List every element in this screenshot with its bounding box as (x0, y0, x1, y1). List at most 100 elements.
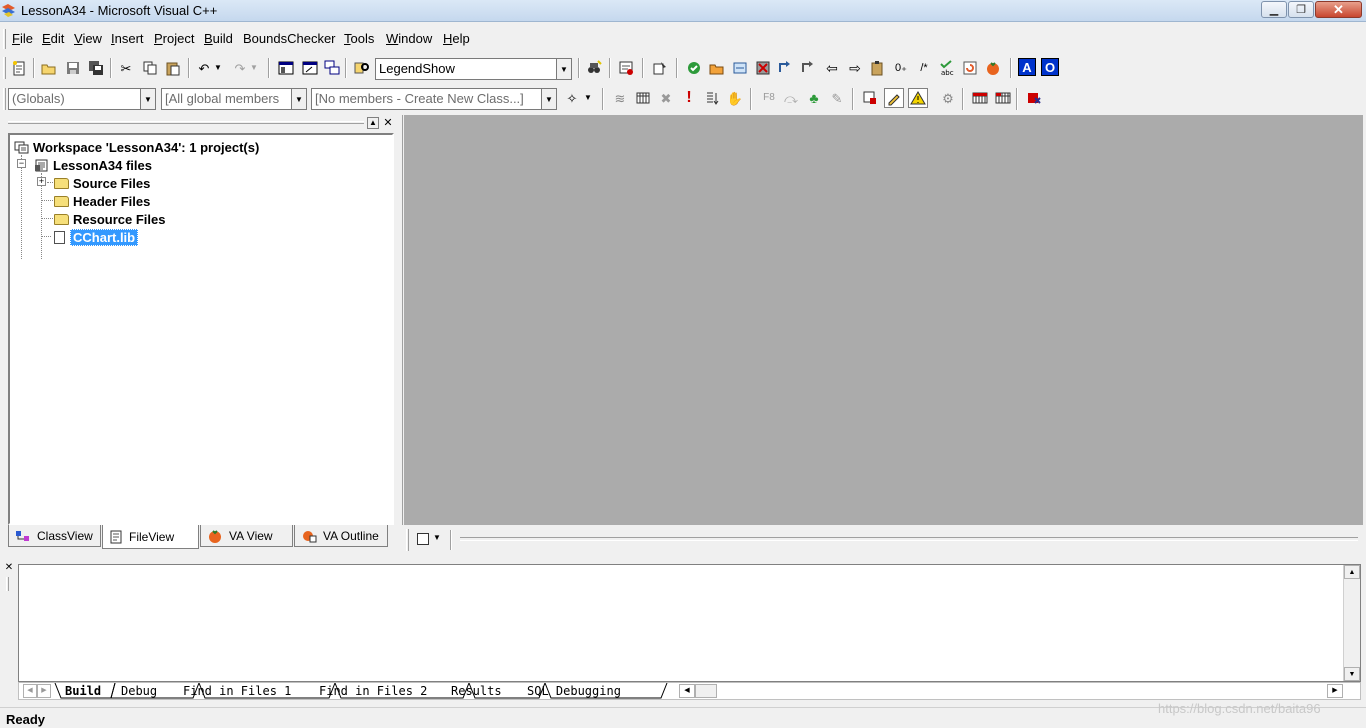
toolbar-grip[interactable] (3, 88, 6, 110)
build-icon[interactable] (650, 58, 670, 78)
pane-grip[interactable] (6, 577, 9, 591)
find-combo-dropdown-icon[interactable]: ▼ (556, 58, 572, 80)
navigate-back-icon[interactable]: ⇦ (822, 58, 842, 78)
pencil-check-icon[interactable] (884, 88, 904, 108)
font-o-icon[interactable]: O (1041, 58, 1059, 76)
source-files-folder[interactable]: Source Files (54, 174, 150, 192)
step-tree-icon[interactable]: ♣ (804, 88, 824, 108)
warning-icon[interactable] (908, 88, 928, 108)
execute-icon[interactable]: ! (679, 88, 699, 108)
members-combo[interactable]: [No members - Create New Class...] (311, 88, 541, 110)
file-tree-view[interactable]: Workspace 'LessonA34': 1 project(s) − Le… (8, 133, 394, 525)
members-combo-dropdown-icon[interactable]: ▼ (541, 88, 557, 110)
class-combo-dropdown-icon[interactable]: ▼ (140, 88, 156, 110)
close-button[interactable]: ✕ (1315, 1, 1362, 18)
cchart-lib-file[interactable]: CChart.lib (52, 228, 139, 246)
navigate-forward-icon[interactable]: ⇨ (845, 58, 865, 78)
filter-combo[interactable]: [All global members (161, 88, 291, 110)
menu-view[interactable]: View (74, 31, 102, 46)
find-combo[interactable]: LegendShow (375, 58, 556, 80)
registers-icon[interactable] (970, 88, 990, 108)
find-binoculars-icon[interactable] (584, 58, 604, 78)
menu-edit[interactable]: Edit (42, 31, 64, 46)
font-a-icon[interactable]: A (1018, 58, 1036, 76)
tab-debug[interactable]: Debug (121, 684, 157, 698)
va-open-corresponding-icon[interactable] (730, 58, 750, 78)
tab-find-in-files-1[interactable]: Find in Files 1 (183, 684, 291, 698)
resource-files-folder[interactable]: Resource Files (54, 210, 166, 228)
refresh-icon[interactable] (960, 58, 980, 78)
visual-cpp-app-icon[interactable] (1, 3, 16, 18)
va-goto-implementation-icon[interactable] (797, 58, 817, 78)
paste-icon[interactable] (163, 58, 183, 78)
remove-breakpoints-icon[interactable] (1024, 88, 1044, 108)
project-node[interactable]: LessonA34 files (34, 156, 152, 174)
workspace-pane-header[interactable]: ▲ ✕ (5, 115, 397, 133)
disassembly-icon[interactable]: ⚙ (938, 88, 958, 108)
hand-breakpoint-icon[interactable]: ✋ (725, 88, 745, 108)
save-all-icon[interactable] (86, 58, 106, 78)
tab-results[interactable]: Results (451, 684, 502, 698)
header-files-folder[interactable]: Header Files (54, 192, 150, 210)
step-over-icon[interactable]: ⤼ (781, 88, 801, 108)
menu-help[interactable]: Help (443, 31, 470, 46)
maximize-pane-icon[interactable]: ▲ (367, 117, 379, 129)
hscroll-left-icon[interactable]: ◀ (679, 684, 695, 698)
toolbar-grip[interactable] (3, 57, 6, 79)
memory-icon[interactable] (993, 88, 1013, 108)
tab-fileview[interactable]: FileView (102, 525, 199, 549)
cut-icon[interactable]: ✂ (116, 58, 136, 78)
redo-icon[interactable]: ↷ (230, 58, 250, 78)
build-mini-icon[interactable] (633, 88, 653, 108)
collapse-icon[interactable]: − (17, 159, 26, 168)
expand-icon[interactable]: + (37, 177, 46, 186)
comment-toggle-icon[interactable]: /* (914, 58, 934, 78)
scroll-up-icon[interactable]: ▲ (1344, 565, 1360, 579)
menu-insert[interactable]: Insert (111, 31, 144, 46)
vertical-splitter[interactable] (398, 115, 403, 525)
menu-build[interactable]: Build (204, 31, 233, 46)
close-output-icon[interactable]: ✕ (3, 562, 15, 574)
scroll-down-icon[interactable]: ▼ (1344, 667, 1360, 681)
hscroll-thumb[interactable] (695, 684, 717, 698)
f8-step-icon[interactable]: F8 (758, 88, 780, 108)
va-open-file-icon[interactable] (707, 58, 727, 78)
menu-project[interactable]: Project (154, 31, 194, 46)
tab-sql-debugging[interactable]: SQL Debugging (527, 684, 621, 698)
va-goto-icon[interactable] (775, 58, 795, 78)
tab-scroll-left-icon[interactable]: ◀ (23, 684, 37, 698)
magic-wand-icon[interactable]: ✧ (562, 88, 582, 108)
tab-build[interactable]: Build (65, 684, 101, 698)
menu-boundschecker[interactable]: BoundsChecker (243, 31, 336, 46)
tomato-icon[interactable] (983, 58, 1003, 78)
tab-classview[interactable]: ClassView (8, 525, 101, 547)
va-find-symbol-icon[interactable] (753, 58, 773, 78)
tab-va-view[interactable]: VA View (200, 525, 293, 547)
workspace-window-icon[interactable] (276, 58, 296, 78)
title-bar[interactable]: LessonA34 - Microsoft Visual C++ ▁ ❐ ✕ (0, 0, 1366, 22)
workspace-root-node[interactable]: Workspace 'LessonA34': 1 project(s) (14, 138, 259, 156)
menu-tools[interactable]: Tools (344, 31, 374, 46)
minimize-button[interactable]: ▁ (1261, 1, 1287, 18)
insert-project-icon[interactable]: ≋ (610, 88, 630, 108)
undo-dropdown-icon[interactable]: ▼ (212, 58, 224, 78)
copy-icon[interactable] (140, 58, 160, 78)
stop-build-icon[interactable]: ✖ (656, 88, 676, 108)
output-text-area[interactable]: ▲ ▼ (18, 564, 1361, 682)
close-pane-icon[interactable]: ✕ (382, 116, 394, 130)
go-debug-icon[interactable] (702, 88, 722, 108)
wizard-actions-dropdown-icon[interactable]: ▼ (582, 88, 594, 108)
va-reparse-icon[interactable]: 0₊ (891, 58, 911, 78)
maximize-button[interactable]: ❐ (1288, 1, 1314, 18)
hscroll-right-icon[interactable]: ▶ (1327, 684, 1343, 698)
find-in-files-icon[interactable] (352, 58, 372, 78)
redo-dropdown-icon[interactable]: ▼ (248, 58, 260, 78)
output-window-icon[interactable] (300, 58, 320, 78)
save-icon[interactable] (63, 58, 83, 78)
menu-file[interactable]: File (12, 31, 33, 46)
checkbox-icon[interactable] (417, 533, 429, 545)
memory-leaks-icon[interactable] (860, 88, 880, 108)
pencil-icon[interactable]: ✎ (827, 88, 847, 108)
paste-from-history-icon[interactable] (868, 58, 888, 78)
window-list-icon[interactable] (322, 58, 342, 78)
